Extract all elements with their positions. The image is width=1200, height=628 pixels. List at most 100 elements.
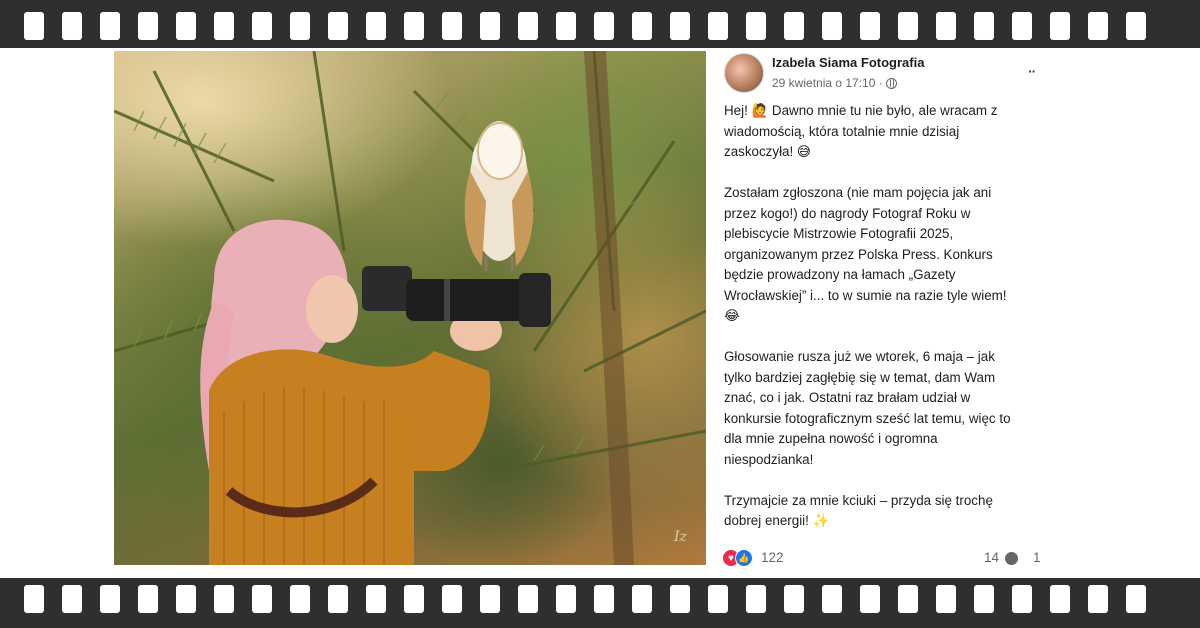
- film-hole: [556, 585, 576, 613]
- film-hole: [936, 585, 956, 613]
- film-hole: [176, 12, 196, 40]
- film-hole: [708, 12, 728, 40]
- film-hole: [784, 12, 804, 40]
- film-hole: [62, 12, 82, 40]
- reaction-icons[interactable]: ♥ 👍: [722, 549, 756, 567]
- film-strip-top: [0, 0, 1200, 48]
- film-hole: [632, 585, 652, 613]
- post-line: przez kogo!) do nagrody Fotograf Roku w: [724, 205, 971, 221]
- post-photo[interactable]: Iz: [114, 51, 706, 565]
- film-hole: [518, 12, 538, 40]
- more-options-icon[interactable]: ··: [1028, 63, 1036, 79]
- film-hole: [404, 585, 424, 613]
- post-panel: Izabela Siama Fotografia 29 kwietnia o 1…: [710, 51, 1050, 575]
- film-hole: [366, 585, 386, 613]
- film-hole: [860, 585, 880, 613]
- post-line: Hej! 🙋 Dawno mnie tu nie było, ale wraca…: [724, 103, 998, 118]
- globe-icon: [885, 77, 897, 89]
- film-hole: [1012, 12, 1032, 40]
- reaction-count[interactable]: 122: [761, 550, 784, 565]
- film-hole: [24, 585, 44, 613]
- photo-illustration: Iz: [114, 51, 706, 565]
- film-hole: [100, 12, 120, 40]
- film-hole: [594, 12, 614, 40]
- film-hole: [974, 12, 994, 40]
- post-line: Wrocławskiej” i... to w sumie na razie t…: [724, 287, 1007, 303]
- film-hole: [670, 12, 690, 40]
- film-hole: [214, 12, 234, 40]
- film-hole: [936, 12, 956, 40]
- post-line: Głosowanie rusza już we wtorek, 6 maja –…: [724, 349, 995, 364]
- post-line: Zostałam zgłoszona (nie mam pojęcia jak …: [724, 185, 992, 200]
- film-hole: [898, 585, 918, 613]
- stage: Iz Izabela Siama Fotografia 29 kwietnia …: [0, 0, 1200, 628]
- film-hole: [670, 585, 690, 613]
- film-hole: [784, 585, 804, 613]
- post-line: znać, co i jak. Ostatni raz brałam udzia…: [724, 390, 971, 405]
- film-hole: [366, 12, 386, 40]
- post-paragraph: Głosowanie rusza już we wtorek, 6 maja –…: [724, 347, 1050, 470]
- film-hole: [632, 12, 652, 40]
- film-hole: [1088, 12, 1108, 40]
- post-line: tylko bardziej zagłębię się w temat, dam…: [724, 369, 996, 385]
- reactions-bar: ♥ 👍 122 14 1: [722, 547, 1050, 569]
- film-hole: [746, 12, 766, 40]
- post-line: zaskoczyła! 😅: [724, 144, 811, 159]
- film-hole: [404, 12, 424, 40]
- film-hole: [594, 585, 614, 613]
- film-hole: [1126, 585, 1146, 613]
- film-hole: [822, 12, 842, 40]
- film-hole: [480, 12, 500, 40]
- film-hole: [62, 585, 82, 613]
- post-line: dobrej energii! ✨: [724, 513, 830, 528]
- film-hole: [480, 585, 500, 613]
- post-line: organizowanym przez Polska Press. Konkur…: [724, 246, 993, 262]
- film-hole: [518, 585, 538, 613]
- film-hole: [24, 12, 44, 40]
- post-meta: 29 kwietnia o 17:10 ·: [772, 76, 897, 90]
- author-name[interactable]: Izabela Siama Fotografia: [772, 55, 924, 70]
- post-paragraph: Trzymajcie za mnie kciuki – przyda się t…: [724, 491, 1050, 532]
- post-line: plebiscycie Mistrzowie Fotografii 2025,: [724, 226, 954, 241]
- film-hole: [898, 12, 918, 40]
- film-hole: [442, 12, 462, 40]
- avatar[interactable]: [724, 53, 764, 93]
- film-hole: [860, 12, 880, 40]
- post-paragraph: Zostałam zgłoszona (nie mam pojęcia jak …: [724, 183, 1050, 327]
- film-hole: [1050, 12, 1070, 40]
- film-hole: [252, 585, 272, 613]
- post-header: Izabela Siama Fotografia 29 kwietnia o 1…: [710, 51, 1050, 99]
- post-line: niespodzianka!: [724, 451, 814, 467]
- post-line: dla mnie zupełna nowość i ogromna: [724, 431, 938, 446]
- post-body: Hej! 🙋 Dawno mnie tu nie było, ale wraca…: [724, 101, 1050, 552]
- post-line: 😂: [724, 308, 740, 323]
- film-hole: [442, 585, 462, 613]
- film-hole: [252, 12, 272, 40]
- film-hole: [328, 12, 348, 40]
- film-hole: [1088, 585, 1108, 613]
- film-hole: [708, 585, 728, 613]
- post-timestamp[interactable]: 29 kwietnia o 17:10 ·: [772, 76, 883, 90]
- film-hole: [214, 585, 234, 613]
- film-hole: [100, 585, 120, 613]
- post-line: wiadomością, która totalnie mnie dzisiaj: [724, 123, 960, 139]
- film-hole: [556, 12, 576, 40]
- post-paragraph: Hej! 🙋 Dawno mnie tu nie było, ale wraca…: [724, 101, 1050, 163]
- film-hole: [176, 585, 196, 613]
- film-hole: [290, 12, 310, 40]
- film-hole: [974, 585, 994, 613]
- film-hole: [138, 12, 158, 40]
- post-line: Trzymajcie za mnie kciuki – przyda się t…: [724, 492, 993, 508]
- film-hole: [1050, 585, 1070, 613]
- film-hole: [290, 585, 310, 613]
- film-strip-bottom: [0, 578, 1200, 628]
- post-line: będzie prowadzony na łamach „Gazety: [724, 267, 956, 282]
- film-hole: [1126, 12, 1146, 40]
- comment-icon: [1005, 552, 1018, 565]
- post-line: konkursie fotograficznym sześć lat temu,…: [724, 410, 1011, 426]
- share-count[interactable]: 1: [1033, 550, 1041, 565]
- film-hole: [328, 585, 348, 613]
- film-hole: [746, 585, 766, 613]
- svg-text:Iz: Iz: [673, 529, 688, 545]
- comment-count[interactable]: 14: [984, 550, 999, 565]
